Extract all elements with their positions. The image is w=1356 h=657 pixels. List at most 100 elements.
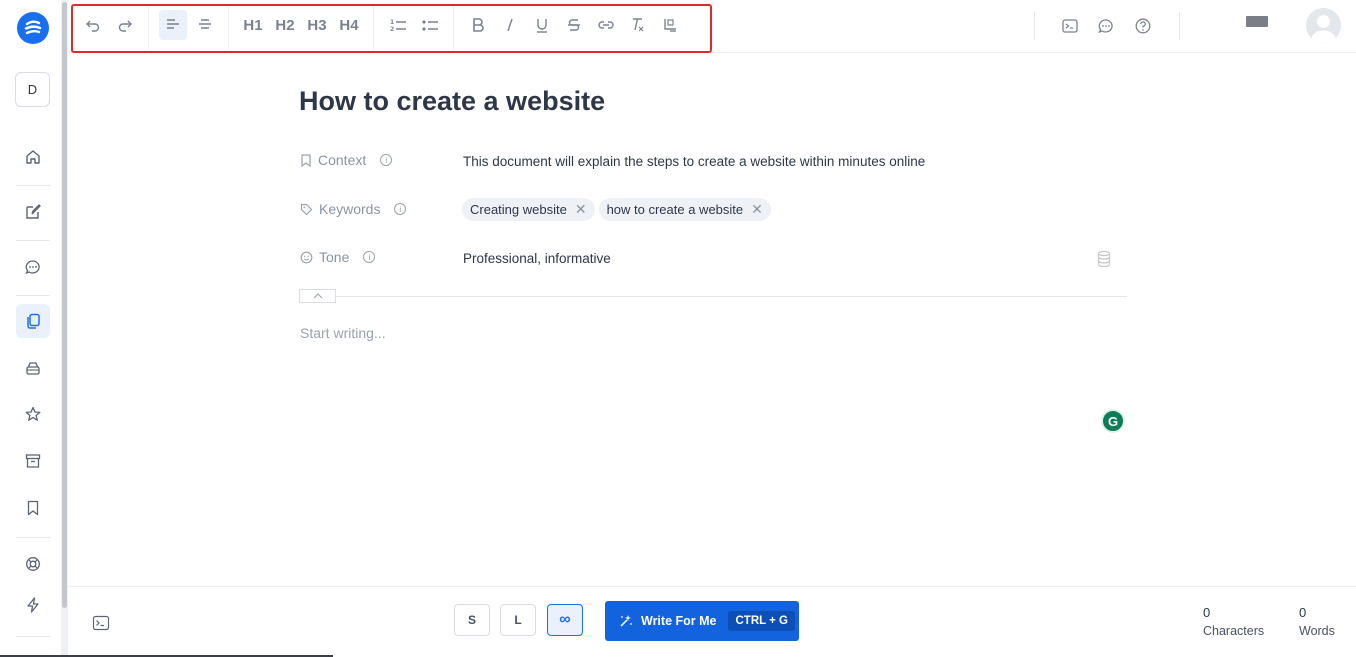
undo-icon — [86, 20, 100, 32]
edit-icon — [26, 204, 41, 219]
sidebar-scrollbar-thumb[interactable] — [62, 2, 67, 608]
lifebuoy-icon — [26, 557, 40, 571]
link-button[interactable] — [592, 10, 620, 40]
redo-button[interactable] — [111, 10, 139, 40]
bold-icon — [473, 18, 484, 32]
keyword-chip-label: how to create a website — [606, 202, 744, 217]
help-icon — [1135, 18, 1151, 34]
toolbar-divider — [373, 6, 374, 50]
info-icon[interactable]: i — [380, 154, 393, 166]
size-short-label: S — [467, 613, 476, 627]
sidebar-item-bookmarks[interactable] — [16, 491, 50, 525]
tag-icon — [300, 203, 313, 215]
heading-4-label: H4 — [339, 16, 359, 34]
sidebar-item-library[interactable] — [16, 351, 50, 385]
documents-icon — [27, 313, 40, 329]
svg-text:1: 1 — [390, 19, 394, 26]
terminal-icon — [1062, 19, 1078, 33]
sidebar-item-home[interactable] — [16, 140, 50, 174]
user-icon — [1311, 15, 1336, 43]
workspace-initial: D — [27, 82, 38, 97]
size-unlimited-label: ∞ — [559, 611, 571, 628]
sidebar-divider — [16, 537, 50, 538]
tone-label-text: Tone — [319, 249, 350, 265]
tone-value[interactable]: Professional, informative — [463, 251, 611, 266]
workspace-badge[interactable]: D — [15, 72, 50, 107]
link-icon — [598, 21, 614, 29]
sidebar-divider — [16, 240, 50, 241]
bottom-terminal-button[interactable] — [92, 614, 110, 632]
size-long-label: L — [514, 613, 522, 627]
undo-button[interactable] — [79, 10, 107, 40]
align-left-icon — [167, 19, 179, 29]
strikethrough-button[interactable] — [560, 10, 588, 40]
italic-button[interactable] — [496, 10, 524, 40]
ordered-list-button[interactable]: 12 — [384, 10, 412, 40]
sidebar-item-power[interactable] — [16, 588, 50, 622]
user-avatar[interactable] — [1306, 8, 1341, 43]
heading-3-button[interactable]: H3 — [303, 10, 331, 40]
sidebar-item-chat[interactable] — [16, 250, 50, 284]
left-sidebar: D — [0, 0, 66, 657]
sidebar-item-archive[interactable] — [16, 444, 50, 478]
size-short-button[interactable]: S — [454, 604, 490, 636]
bullet-list-button[interactable] — [416, 10, 444, 40]
sparkle-wand-icon — [620, 615, 632, 627]
sidebar-item-favorites[interactable] — [16, 397, 50, 431]
clear-format-icon — [633, 18, 644, 32]
sidebar-divider — [16, 295, 50, 296]
sidebar-divider — [16, 185, 50, 186]
heading-3-label: H3 — [307, 16, 327, 34]
bookmark-icon — [301, 153, 311, 167]
grammarly-badge[interactable]: G — [1101, 409, 1125, 433]
sidebar-item-edit[interactable] — [16, 195, 50, 229]
heading-1-button[interactable]: H1 — [239, 10, 267, 40]
underline-icon — [537, 19, 547, 33]
align-left-button[interactable] — [159, 10, 187, 40]
align-center-button[interactable] — [191, 10, 219, 40]
shortcut-hint: CTRL + G — [728, 611, 795, 631]
toolbar-divider — [228, 6, 229, 50]
keyword-chip: how to create a website ✕ — [598, 198, 771, 221]
remove-keyword-icon[interactable]: ✕ — [751, 201, 763, 218]
logo-icon — [24, 20, 42, 35]
write-for-me-button[interactable]: Write For Me CTRL + G — [605, 601, 799, 641]
context-label-text: Context — [318, 152, 367, 168]
ordered-list-icon: 12 — [390, 19, 406, 33]
heading-4-button[interactable]: H4 — [335, 10, 363, 40]
italic-icon — [507, 18, 513, 32]
sidebar-item-support[interactable] — [16, 547, 50, 581]
insert-table-button[interactable] — [656, 10, 684, 40]
size-long-button[interactable]: L — [500, 604, 536, 636]
smiley-icon — [300, 251, 313, 263]
bold-button[interactable] — [464, 10, 492, 40]
document-title[interactable]: How to create a website — [299, 86, 605, 117]
keywords-label: Keywords i — [300, 201, 407, 217]
archive-icon — [25, 454, 41, 468]
clear-format-button[interactable] — [624, 10, 652, 40]
topbar-divider — [1034, 12, 1035, 40]
comments-button[interactable] — [1094, 14, 1118, 38]
sidebar-item-documents[interactable] — [16, 304, 50, 338]
redo-icon — [118, 20, 132, 32]
context-value[interactable]: This document will explain the steps to … — [463, 154, 925, 169]
app-logo[interactable] — [17, 12, 49, 44]
heading-2-button[interactable]: H2 — [271, 10, 299, 40]
underline-button[interactable] — [528, 10, 556, 40]
terminal-button[interactable] — [1058, 14, 1082, 38]
collapse-meta-button[interactable] — [299, 289, 336, 303]
info-icon[interactable]: i — [394, 203, 407, 215]
editor-placeholder[interactable]: Start writing... — [300, 325, 386, 341]
remove-keyword-icon[interactable]: ✕ — [575, 201, 587, 218]
size-unlimited-button[interactable]: ∞ — [547, 604, 583, 636]
table-edit-icon — [664, 19, 676, 32]
database-icon — [1097, 250, 1111, 268]
keyword-chip-label: Creating website — [470, 202, 567, 217]
info-icon[interactable]: i — [363, 251, 376, 263]
help-button[interactable] — [1131, 14, 1155, 38]
toolbar-divider — [453, 6, 454, 50]
sidebar-divider — [16, 636, 50, 637]
tone-presets-button[interactable] — [1096, 250, 1112, 268]
words-value: 0 — [1299, 605, 1307, 620]
window-indicator[interactable] — [1246, 16, 1268, 27]
